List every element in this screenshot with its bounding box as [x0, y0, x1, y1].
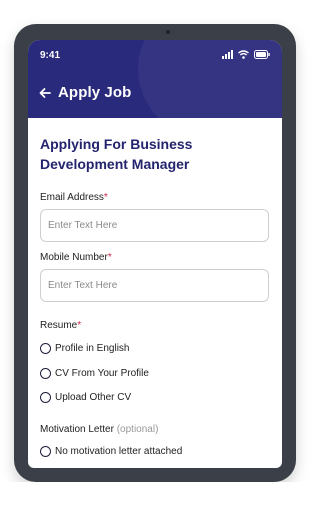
status-icons: [222, 50, 270, 59]
mobile-label: Mobile Number*: [40, 252, 112, 263]
radio-button[interactable]: [40, 446, 51, 457]
apply-form: Applying For Business Development Manage…: [40, 134, 270, 464]
optional-text: (optional): [116, 424, 159, 435]
email-field[interactable]: [40, 209, 269, 242]
motivation-label: Motivation Letter (optional): [40, 424, 158, 435]
radio-button[interactable]: [40, 343, 51, 354]
header-title-row: Apply Job: [38, 84, 131, 101]
radio-label: Upload Other CV: [55, 392, 132, 403]
battery-icon: [254, 50, 270, 59]
required-mark: *: [103, 192, 108, 203]
motivation-label-text: Motivation Letter: [40, 424, 114, 435]
radio-label: No motivation letter attached: [55, 446, 183, 457]
radio-label: Profile in English: [55, 343, 130, 354]
resume-label-text: Resume: [40, 320, 78, 331]
radio-button[interactable]: [40, 368, 51, 379]
radio-label: CV From Your Profile: [55, 368, 149, 379]
email-label: Email Address*: [40, 192, 108, 203]
mobile-field[interactable]: [40, 269, 269, 302]
required-mark: *: [77, 320, 82, 331]
resume-option-cv-profile[interactable]: CV From Your Profile: [40, 368, 149, 379]
radio-button[interactable]: [40, 392, 51, 403]
motivation-option-none[interactable]: No motivation letter attached: [40, 446, 182, 457]
job-heading: Applying For Business Development Manage…: [40, 136, 193, 172]
wifi-icon: [238, 50, 249, 59]
arrow-left-icon[interactable]: [38, 86, 52, 100]
email-label-text: Email Address: [40, 192, 104, 203]
mobile-label-text: Mobile Number: [40, 252, 108, 263]
page-bottom: [0, 482, 307, 512]
page-title: Apply Job: [58, 84, 132, 101]
required-mark: *: [107, 252, 112, 263]
signal-icon: [222, 50, 233, 59]
app-header: 9:41 Apply Job: [28, 40, 282, 118]
camera-dot: [166, 30, 170, 34]
resume-option-upload-cv[interactable]: Upload Other CV: [40, 392, 131, 403]
resume-option-profile-english[interactable]: Profile in English: [40, 343, 129, 354]
status-bar: 9:41: [40, 50, 270, 64]
resume-label: Resume*: [40, 320, 81, 331]
status-time: 9:41: [40, 50, 61, 61]
